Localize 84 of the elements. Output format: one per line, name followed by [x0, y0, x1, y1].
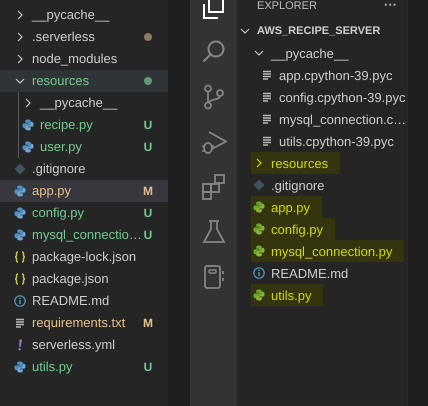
git-status: U: [142, 206, 154, 220]
panel-title: EXPLORER: [257, 0, 317, 12]
search-icon[interactable]: [200, 39, 226, 65]
tree-item[interactable]: app.py M: [0, 180, 168, 202]
file-name: __pycache__: [32, 6, 110, 24]
git-status: U: [142, 140, 154, 154]
file-name[interactable]: utils.cpython-39.pyc: [279, 134, 394, 148]
flask-icon[interactable]: [200, 219, 226, 245]
file-name[interactable]: app.cpython-39.pyc: [279, 68, 392, 82]
file-name: config.py: [32, 204, 86, 222]
braces-icon: [14, 251, 26, 263]
tree-item[interactable]: node_modules: [0, 48, 168, 70]
tree-item[interactable]: serverless.yml: [0, 334, 168, 356]
file-name: serverless.yml: [32, 336, 116, 354]
python-icon: [253, 223, 265, 235]
file-name: utils.py: [32, 358, 74, 376]
tree-item[interactable]: .gitignore: [0, 158, 168, 180]
git-status: U: [142, 360, 154, 374]
tree-item[interactable]: requirements.txt M: [0, 312, 168, 334]
debug-icon[interactable]: [200, 129, 226, 155]
lines-icon: [262, 92, 272, 102]
file-name[interactable]: config.cpython-39.pyc: [279, 90, 406, 104]
lines-icon: [262, 136, 272, 146]
tree-item[interactable]: recipe.py U: [0, 114, 168, 136]
python-icon: [14, 207, 26, 219]
file-name: README.md: [32, 292, 110, 310]
lines-icon: [262, 70, 272, 80]
file-name: requirements.txt: [32, 314, 126, 332]
file-name[interactable]: config.py: [271, 222, 324, 236]
python-icon: [14, 229, 26, 241]
tree-item[interactable]: user.py U: [0, 136, 168, 158]
file-name[interactable]: utils.py: [271, 288, 312, 302]
tree-item[interactable]: utils.py U: [0, 356, 168, 378]
more-actions[interactable]: ···: [384, 0, 397, 10]
lines-icon: [262, 114, 272, 124]
diamond-icon: [253, 179, 265, 191]
file-name: resources: [32, 72, 90, 90]
tree-item[interactable]: resources: [0, 70, 168, 92]
python-icon: [253, 201, 265, 213]
file-name: .serverless: [32, 28, 96, 46]
file-name: node_modules: [32, 50, 118, 68]
git-status: U: [142, 118, 154, 132]
tree-item[interactable]: mysql_connectio…U: [0, 224, 168, 246]
file-name: .gitignore: [32, 160, 86, 178]
file-name[interactable]: __pycache__: [271, 46, 348, 60]
tree-item[interactable]: .serverless: [0, 26, 168, 48]
python-icon: [14, 185, 26, 197]
file-name: package-lock.json: [32, 248, 138, 266]
file-name[interactable]: .gitignore: [271, 178, 324, 192]
file-name: package.json: [32, 270, 110, 288]
python-icon: [22, 119, 34, 131]
file-name: mysql_connectio…: [32, 226, 142, 244]
diamond-icon: [14, 163, 26, 175]
file-name: recipe.py: [40, 116, 94, 134]
file-name: __pycache__: [40, 94, 118, 112]
file-name[interactable]: resources: [271, 156, 328, 170]
tree-item[interactable]: README.md: [0, 290, 168, 312]
files-icon[interactable]: [200, 0, 226, 20]
file-name[interactable]: mysql_connection.c…: [279, 112, 406, 126]
tree-item[interactable]: package.json: [0, 268, 168, 290]
file-name: app.py: [32, 182, 72, 200]
chevron-icon: [240, 26, 250, 36]
tree-item[interactable]: __pycache__: [0, 92, 168, 114]
git-status: U: [142, 228, 154, 242]
file-name[interactable]: README.md: [271, 266, 348, 280]
python-icon: [253, 289, 265, 301]
lines-icon: [15, 318, 25, 328]
python-icon: [253, 245, 265, 257]
tree-item[interactable]: config.py U: [0, 202, 168, 224]
tree-item[interactable]: __pycache__: [0, 4, 168, 26]
file-name[interactable]: app.py: [271, 200, 310, 214]
git-status: M: [142, 184, 154, 198]
file-name: user.py: [40, 138, 83, 156]
extensions-icon[interactable]: [200, 174, 226, 200]
braces-icon: [14, 273, 26, 285]
python-icon: [22, 141, 34, 153]
git-status: M: [142, 316, 154, 330]
file-name[interactable]: mysql_connection.py: [271, 244, 392, 258]
tree-item[interactable]: package-lock.json: [0, 246, 168, 268]
project-root[interactable]: AWS_RECIPE_SERVER: [237, 20, 407, 42]
info-icon: [14, 295, 26, 307]
info-icon: [253, 267, 265, 279]
python-icon: [14, 361, 26, 373]
exclamation-icon: [17, 339, 23, 351]
